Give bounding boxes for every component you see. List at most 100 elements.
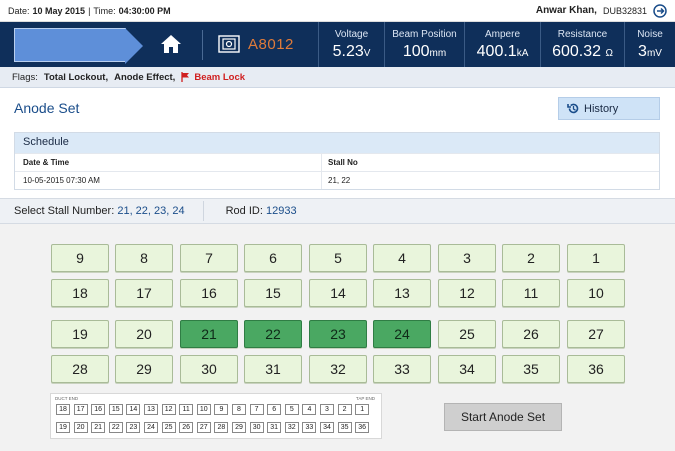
- stall-button-25[interactable]: 25: [438, 320, 496, 348]
- mini-map-cell-21: 21: [91, 422, 106, 433]
- logout-icon[interactable]: [653, 3, 667, 18]
- stall-button-5[interactable]: 5: [309, 244, 367, 272]
- flag-item: Anode Effect,: [114, 71, 176, 83]
- stall-button-11[interactable]: 11: [502, 279, 560, 307]
- top-info-bar: Date: 10 May 2015 | Time: 04:30:00 PM An…: [0, 0, 675, 22]
- mini-map-cell-36: 36: [355, 422, 370, 433]
- stall-button-15[interactable]: 15: [244, 279, 302, 307]
- mini-map-cell-25: 25: [161, 422, 176, 433]
- stall-button-34[interactable]: 34: [438, 355, 496, 383]
- history-label: History: [584, 102, 619, 115]
- flags-label: Flags:: [12, 71, 38, 83]
- stall-button-36[interactable]: 36: [567, 355, 625, 383]
- mini-map-cell-19: 19: [56, 422, 70, 433]
- schedule-title: Schedule: [15, 133, 659, 153]
- pot-icon: [218, 35, 240, 53]
- mini-map-cell-7: 7: [249, 404, 264, 415]
- stall-button-1[interactable]: 1: [567, 244, 625, 272]
- stall-button-7[interactable]: 7: [180, 244, 238, 272]
- mini-map-cell-2: 2: [337, 404, 352, 415]
- stall-button-29[interactable]: 29: [115, 355, 173, 383]
- mini-map-cell-26: 26: [179, 422, 194, 433]
- stall-button-32[interactable]: 32: [309, 355, 367, 383]
- stall-button-35[interactable]: 35: [502, 355, 560, 383]
- mini-map-cell-18: 18: [56, 404, 70, 415]
- stall-button-12[interactable]: 12: [438, 279, 496, 307]
- mini-map-cell-23: 23: [126, 422, 141, 433]
- mini-map-cell-6: 6: [267, 404, 282, 415]
- mini-map-cell-29: 29: [232, 422, 246, 433]
- flag-item: Total Lockout,: [43, 71, 109, 83]
- table-cell: 21, 22: [321, 172, 659, 189]
- metric-value: 100mm: [402, 43, 447, 60]
- stall-button-6[interactable]: 6: [244, 244, 302, 272]
- mini-map-cell-16: 16: [91, 404, 106, 415]
- mini-map-cell-4: 4: [302, 404, 317, 415]
- metric-noise: Noise 3mV: [624, 22, 675, 67]
- stall-button-17[interactable]: 17: [115, 279, 173, 307]
- table-row: 10-05-2015 07:30 AM 21, 22: [15, 171, 659, 189]
- red-flag-icon: [181, 72, 190, 82]
- stall-button-33[interactable]: 33: [373, 355, 431, 383]
- mini-map-cell-34: 34: [320, 422, 334, 433]
- time-label: Time:: [93, 5, 116, 16]
- mini-map-cell-30: 30: [249, 422, 264, 433]
- metric-beam-position: Beam Position 100mm: [384, 22, 464, 67]
- user-area: Anwar Khan, DUB32831: [535, 3, 667, 18]
- stall-button-31[interactable]: 31: [244, 355, 302, 383]
- metric-label: Resistance: [557, 29, 608, 40]
- time-value: 04:30:00 PM: [118, 5, 171, 16]
- home-icon[interactable]: [160, 34, 182, 54]
- mini-map-cell-15: 15: [108, 404, 123, 415]
- stall-button-3[interactable]: 3: [438, 244, 496, 272]
- stall-button-28[interactable]: 28: [51, 355, 109, 383]
- mini-map-cell-32: 32: [284, 422, 299, 433]
- stall-button-21[interactable]: 21: [180, 320, 238, 348]
- table-cell: 10-05-2015 07:30 AM: [23, 176, 100, 185]
- metric-value: 400.1kA: [476, 43, 529, 60]
- divider: [202, 201, 204, 221]
- stall-button-27[interactable]: 27: [567, 320, 625, 348]
- mini-map-cell-12: 12: [161, 404, 176, 415]
- mini-map-cell-11: 11: [179, 404, 194, 415]
- column-header: Date & Time: [23, 158, 70, 167]
- stall-button-19[interactable]: 19: [51, 320, 109, 348]
- stall-button-10[interactable]: 10: [567, 279, 625, 307]
- metric-value: 5.23V: [332, 43, 371, 60]
- stall-button-13[interactable]: 13: [373, 279, 431, 307]
- stall-button-2[interactable]: 2: [502, 244, 560, 272]
- datetime: Date: 10 May 2015 | Time: 04:30:00 PM: [8, 6, 171, 16]
- mini-map-cell-27: 27: [196, 422, 211, 433]
- metric-ampere: Ampere 400.1kA: [464, 22, 540, 67]
- stall-button-24[interactable]: 24: [373, 320, 431, 348]
- metric-label: Noise: [637, 29, 663, 40]
- page-title: Anode Set: [14, 100, 80, 116]
- stall-button-30[interactable]: 30: [180, 355, 238, 383]
- stall-button-9[interactable]: 9: [51, 244, 109, 272]
- stall-button-14[interactable]: 14: [309, 279, 367, 307]
- stall-button-23[interactable]: 23: [309, 320, 367, 348]
- history-button[interactable]: History: [558, 97, 660, 120]
- rod-id-label: Rod ID:: [225, 205, 263, 217]
- mini-map-left-label: DUCT END: [55, 396, 79, 401]
- stall-button-26[interactable]: 26: [502, 320, 560, 348]
- metric-value: 3mV: [638, 43, 662, 60]
- mini-map-cell-35: 35: [337, 422, 352, 433]
- metric-label: Voltage: [334, 29, 369, 40]
- mini-map-cell-17: 17: [73, 404, 88, 415]
- stall-select-value: 21, 22, 23, 24: [117, 205, 185, 217]
- stall-select-label: Select Stall Number:: [14, 205, 115, 217]
- user-name: Anwar Khan,: [535, 5, 597, 16]
- stall-button-8[interactable]: 8: [115, 244, 173, 272]
- mini-map-cell-33: 33: [302, 422, 317, 433]
- stall-button-22[interactable]: 22: [244, 320, 302, 348]
- metric-label: Ampere: [484, 29, 520, 40]
- stall-button-18[interactable]: 18: [51, 279, 109, 307]
- stall-button-4[interactable]: 4: [373, 244, 431, 272]
- mini-map-cell-8: 8: [232, 404, 246, 415]
- stall-button-20[interactable]: 20: [115, 320, 173, 348]
- stall-button-16[interactable]: 16: [180, 279, 238, 307]
- mini-map-right-label: TAP END: [355, 396, 375, 401]
- start-anode-set-button[interactable]: Start Anode Set: [444, 403, 562, 431]
- rod-id-value: 12933: [265, 205, 297, 217]
